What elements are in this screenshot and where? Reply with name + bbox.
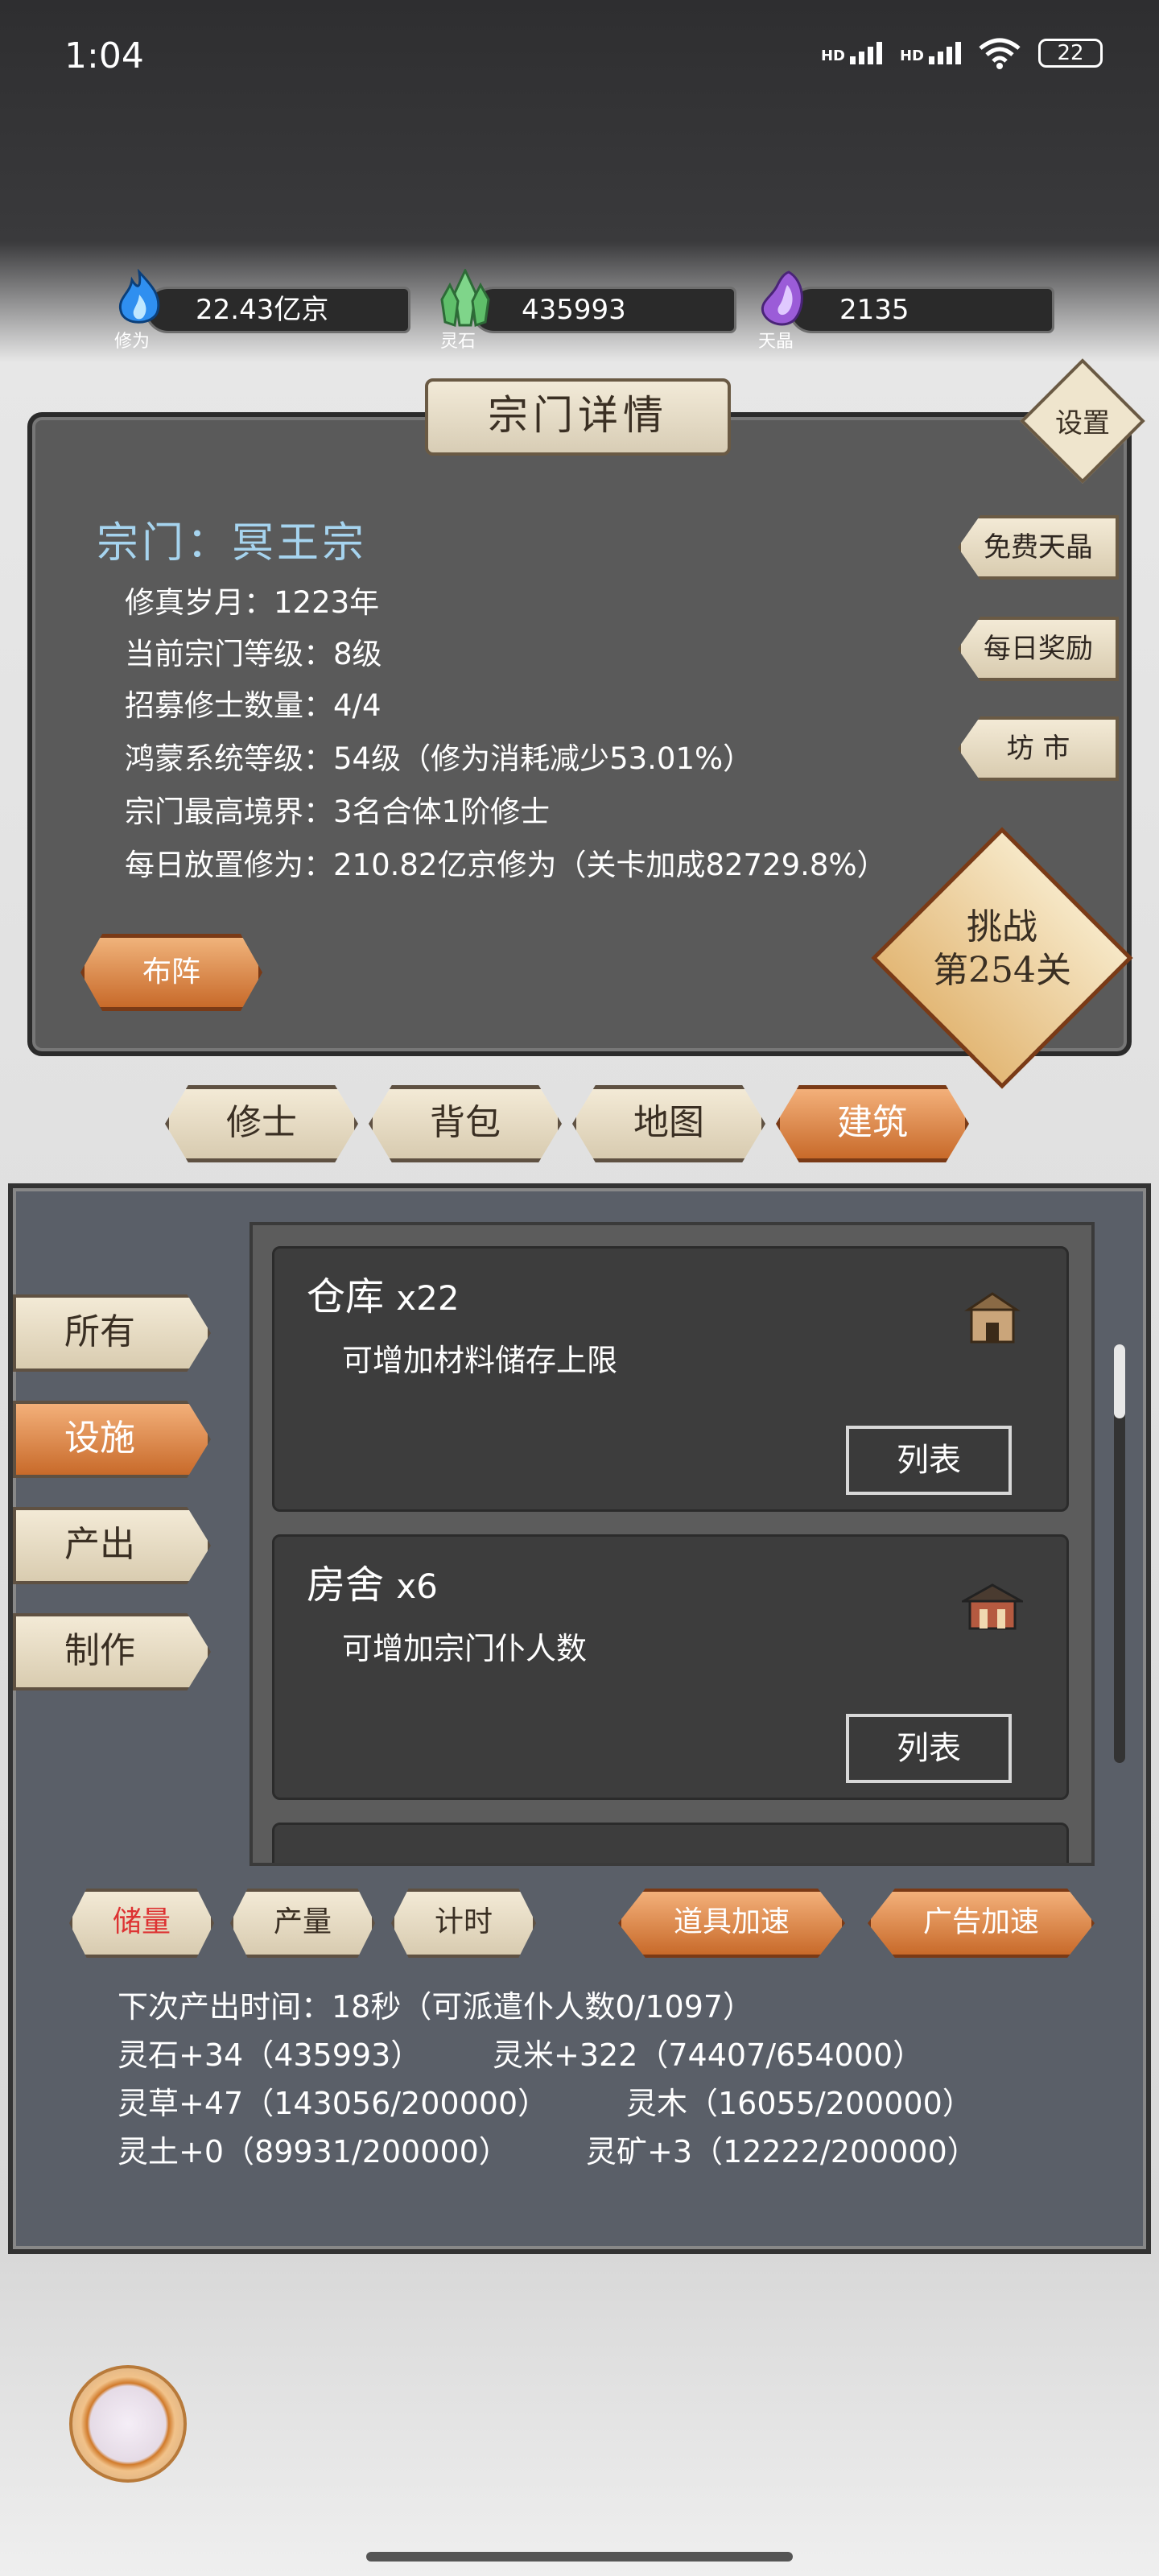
amethyst-icon — [761, 270, 803, 326]
resource-cultivation: 22.43亿京 修为 — [113, 269, 410, 352]
challenge-line2: 第254关 — [933, 950, 1071, 991]
resource-label: 天晶 — [758, 332, 794, 352]
building-title: 房舍 x6 — [307, 1563, 438, 1608]
stat-spirit-soil: 灵土+0（89931/200000） — [118, 2134, 509, 2169]
avatar[interactable] — [69, 2365, 187, 2483]
stat-spirit-ore: 灵矿+3（12222/200000） — [586, 2134, 978, 2169]
info-cultivation-years: 修真岁月：1223年 — [125, 585, 380, 620]
storage-button[interactable]: 储量 — [69, 1889, 214, 1958]
resource-label: 修为 — [114, 332, 151, 352]
building-card-housing: 房舍 x6 可增加宗门仆人数 列表 — [272, 1534, 1069, 1800]
info-sect-level: 当前宗门等级：8级 — [125, 637, 382, 671]
category-crafting[interactable]: 制作 — [13, 1613, 211, 1690]
settings-label[interactable]: 设置 — [1038, 401, 1127, 440]
building-title: 仓库 x22 — [307, 1274, 460, 1319]
stat-spirit-herb: 灵草+47（143056/200000） — [118, 2086, 549, 2121]
stat-spirit-wood: 灵木（16055/200000） — [626, 2086, 973, 2121]
wifi-icon — [979, 38, 1021, 69]
sect-name: 宗门：冥王宗 — [97, 519, 368, 568]
info-recruit-count: 招募修士数量：4/4 — [125, 688, 382, 723]
status-bar: 1:04 HD HD 22 — [0, 0, 1159, 113]
resource-value: 2135 — [789, 287, 1054, 333]
signal-1-icon: HD — [821, 42, 882, 64]
timer-button[interactable]: 计时 — [391, 1889, 536, 1958]
ad-speedup-button[interactable]: 广告加速 — [868, 1889, 1095, 1958]
stat-spirit-rice: 灵米+322（74407/654000） — [493, 2037, 924, 2073]
tab-disciples[interactable]: 修士 — [165, 1085, 358, 1162]
panel-title: 宗门详情 — [425, 378, 731, 456]
next-output-time: 下次产出时间：18秒（可派遣仆人数0/1097） — [118, 1989, 754, 2025]
tab-backpack[interactable]: 背包 — [369, 1085, 562, 1162]
resource-spirit-stone: 435993 灵石 — [439, 269, 736, 352]
clock: 1:04 — [64, 35, 144, 76]
flame-icon — [118, 269, 160, 324]
category-production[interactable]: 产出 — [13, 1507, 211, 1584]
resource-label: 灵石 — [440, 332, 476, 352]
category-facilities[interactable]: 设施 — [13, 1401, 211, 1478]
challenge-label[interactable]: 挑战 第254关 — [909, 906, 1095, 993]
battery-icon: 22 — [1038, 39, 1103, 68]
scrollbar-thumb[interactable] — [1114, 1344, 1125, 1418]
challenge-line1: 挑战 — [967, 906, 1037, 947]
building-description: 可增加材料储存上限 — [342, 1343, 618, 1378]
resource-value: 435993 — [471, 287, 736, 333]
house-icon — [962, 1583, 1023, 1630]
warehouse-icon — [964, 1292, 1021, 1344]
building-list[interactable]: 仓库 x22 可增加材料储存上限 列表 房舍 x6 可增加宗门仆人数 列表 — [250, 1222, 1095, 1866]
info-highest-realm: 宗门最高境界：3名合体1阶修士 — [125, 795, 551, 829]
crystal-icon — [440, 269, 490, 327]
item-speedup-button[interactable]: 道具加速 — [618, 1889, 845, 1958]
formation-button[interactable]: 布阵 — [80, 934, 262, 1011]
list-button[interactable]: 列表 — [846, 1714, 1012, 1783]
resource-value: 22.43亿京 — [145, 287, 410, 333]
status-icons: HD HD 22 — [821, 37, 1103, 69]
tab-map[interactable]: 地图 — [572, 1085, 765, 1162]
free-crystal-button[interactable]: 免费天晶 — [958, 515, 1119, 580]
building-description: 可增加宗门仆人数 — [342, 1631, 588, 1666]
building-card-partial — [272, 1823, 1069, 1863]
stat-spirit-stone: 灵石+34（435993） — [118, 2037, 422, 2073]
signal-2-icon: HD — [900, 42, 961, 64]
tab-buildings[interactable]: 建筑 — [776, 1085, 969, 1162]
info-system-level: 鸿蒙系统等级：54级（修为消耗减少53.01%） — [125, 741, 753, 776]
market-button[interactable]: 坊 市 — [958, 716, 1119, 781]
resource-sky-crystal: 2135 天晶 — [757, 270, 1054, 352]
info-idle-cultivation: 每日放置修为：210.82亿京修为（关卡加成82729.8%） — [125, 848, 887, 882]
daily-reward-button[interactable]: 每日奖励 — [958, 617, 1119, 681]
building-card-warehouse: 仓库 x22 可增加材料储存上限 列表 — [272, 1246, 1069, 1512]
category-all[interactable]: 所有 — [13, 1294, 211, 1372]
home-indicator[interactable] — [366, 2552, 793, 2562]
list-button[interactable]: 列表 — [846, 1426, 1012, 1495]
output-button[interactable]: 产量 — [230, 1889, 375, 1958]
